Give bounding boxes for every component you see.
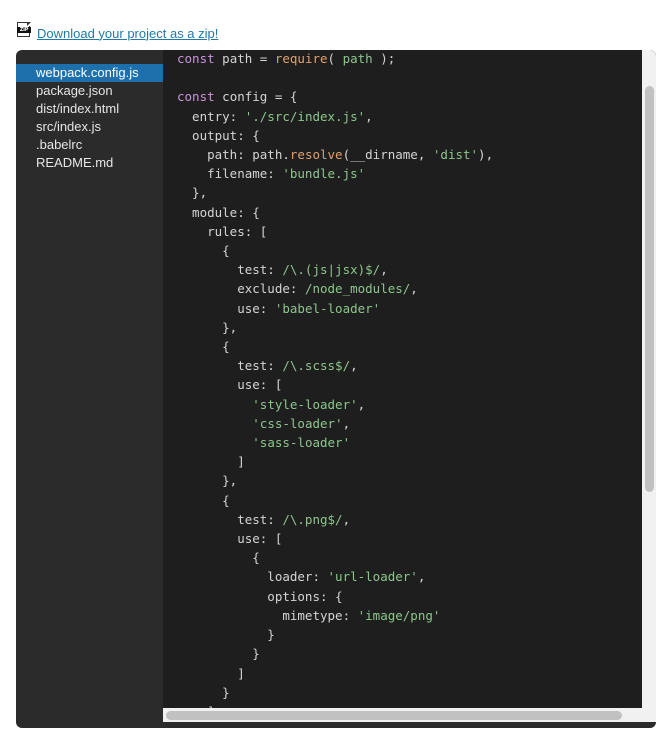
code-token: , xyxy=(410,281,418,297)
code-editor[interactable]: const path = require( path ); const conf… xyxy=(163,50,656,708)
horizontal-scrollbar-thumb[interactable] xyxy=(166,711,622,720)
code-token: 'dist' xyxy=(432,147,479,163)
file-item[interactable]: .babelrc xyxy=(16,136,163,154)
code-token: , xyxy=(365,108,373,124)
code-token: config = { xyxy=(214,89,298,105)
code-token: /\.(js|jsx)$/ xyxy=(282,262,381,278)
code-token: }, xyxy=(177,185,208,201)
code-token: entry: xyxy=(177,108,245,124)
code-token: ); xyxy=(372,51,396,66)
code-token: }, xyxy=(177,319,238,335)
code-token: rules: [ xyxy=(177,223,268,239)
code-token: , xyxy=(342,415,351,431)
file-item[interactable]: dist/index.html xyxy=(16,100,163,118)
code-token: use: [ xyxy=(177,531,283,547)
code-content[interactable]: const path = require( path ); const conf… xyxy=(177,50,493,708)
code-token: test: xyxy=(177,511,283,527)
project-panel: webpack.config.js package.json dist/index.… xyxy=(16,50,656,728)
code-token: 'url-loader' xyxy=(327,569,418,585)
code-token: path: path. xyxy=(177,147,290,163)
code-token: , xyxy=(357,396,366,412)
code-token: test: xyxy=(177,358,283,374)
code-token: resolve xyxy=(289,147,343,163)
code-token: (__dirname, xyxy=(342,147,433,163)
code-token: use: xyxy=(177,300,275,316)
code-token: } xyxy=(177,627,275,643)
code-token: } xyxy=(177,684,230,700)
file-list: webpack.config.js package.json dist/index.… xyxy=(16,64,163,172)
code-token: const xyxy=(177,89,215,105)
code-token: path = xyxy=(214,51,275,66)
code-token: options: { xyxy=(177,588,343,604)
code-token: { xyxy=(177,243,230,259)
code-token: ] xyxy=(177,454,245,470)
zip-file-fold xyxy=(27,22,31,26)
code-token: test: xyxy=(177,262,283,278)
code-token: const xyxy=(177,51,215,66)
code-token: 'image/png' xyxy=(357,607,441,623)
code-token: ] xyxy=(177,665,245,681)
download-bar: ZIP Download your project as a zip! xyxy=(17,20,218,41)
download-zip-link[interactable]: Download your project as a zip! xyxy=(37,26,218,41)
code-token: loader: xyxy=(177,569,328,585)
code-token: , xyxy=(380,262,388,278)
code-token: , xyxy=(342,511,351,527)
code-token: 'bundle.js' xyxy=(282,166,366,182)
code-token: /\.scss$/ xyxy=(282,358,351,374)
code-token: exclude: xyxy=(177,281,305,297)
code-token: 'style-loader' xyxy=(252,396,358,412)
code-token: /\.png$/ xyxy=(282,511,343,527)
code-token: ), xyxy=(478,147,494,163)
code-token: 'babel-loader' xyxy=(274,300,381,316)
code-token: { xyxy=(177,550,260,566)
code-token: 'css-loader' xyxy=(252,415,343,431)
code-token: 'sass-loader' xyxy=(252,435,351,451)
code-token: }, xyxy=(177,473,238,489)
code-token: require xyxy=(274,51,328,66)
code-token: output: { xyxy=(177,127,260,143)
file-item[interactable]: webpack.config.js xyxy=(16,64,163,82)
file-item[interactable]: package.json xyxy=(16,82,163,100)
code-token: filename: xyxy=(177,166,283,182)
code-token: /node_modules/ xyxy=(304,281,411,297)
file-item[interactable]: README.md xyxy=(16,154,163,172)
code-token: { xyxy=(177,339,230,355)
code-token: path xyxy=(342,51,373,66)
vertical-scrollbar-thumb[interactable] xyxy=(645,86,654,492)
code-token: module: { xyxy=(177,204,260,220)
code-token: ( xyxy=(327,51,343,66)
code-token: mimetype: xyxy=(177,607,358,623)
zip-file-label: ZIP xyxy=(17,27,31,33)
code-token: { xyxy=(177,492,230,508)
code-token: use: [ xyxy=(177,377,283,393)
code-token: , xyxy=(350,358,358,374)
code-token: , xyxy=(417,569,426,585)
code-token: './src/index.js' xyxy=(244,108,366,124)
file-item[interactable]: src/index.js xyxy=(16,118,163,136)
code-token: } xyxy=(177,646,260,662)
zip-file-icon[interactable]: ZIP xyxy=(17,22,31,38)
